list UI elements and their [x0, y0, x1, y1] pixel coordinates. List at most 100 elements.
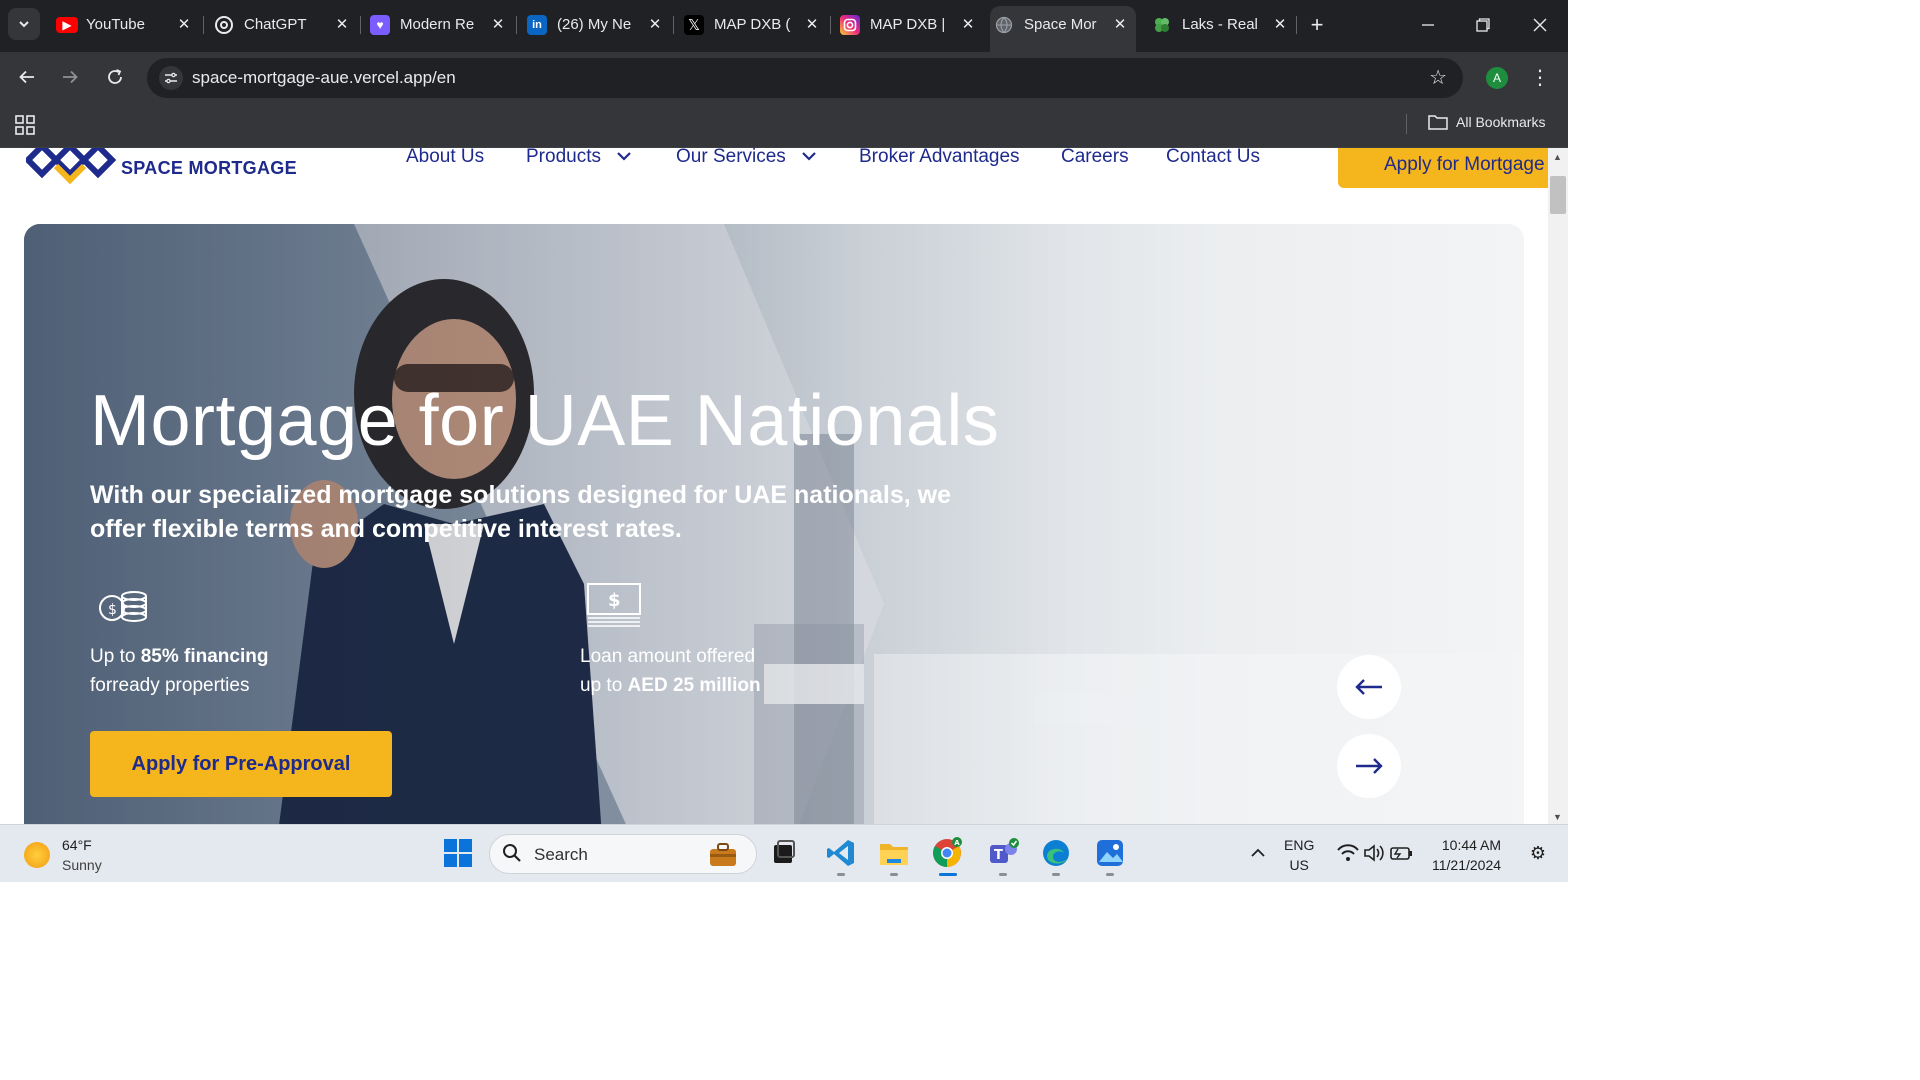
tab-youtube[interactable]: ▶ YouTube ✕ — [52, 6, 200, 44]
close-tab-icon[interactable]: ✕ — [802, 14, 822, 34]
arrow-right-icon — [1356, 758, 1383, 774]
svg-text:$: $ — [608, 590, 621, 611]
browser-menu-icon[interactable]: ⋮ — [1528, 63, 1552, 91]
logo-mark-icon — [26, 148, 116, 185]
tab-laks-real[interactable]: Laks - Real ✕ — [1148, 6, 1296, 44]
tab-chatgpt[interactable]: ChatGPT ✕ — [210, 6, 358, 44]
windows-start-icon[interactable] — [442, 837, 474, 869]
minimize-icon — [1422, 24, 1434, 26]
task-view-icon[interactable] — [768, 837, 800, 869]
chrome-icon[interactable]: A — [931, 837, 963, 869]
close-tab-icon[interactable]: ✕ — [958, 14, 978, 34]
arrow-left-icon — [19, 70, 34, 84]
youtube-icon: ▶ — [56, 17, 78, 33]
tab-modern-re[interactable]: ♥ Modern Re ✕ — [366, 6, 514, 44]
arrow-left-icon — [1355, 679, 1382, 695]
weather-widget[interactable]: 64°F Sunny — [24, 835, 102, 875]
edge-icon[interactable] — [1040, 837, 1072, 869]
x-icon: 𝕏 — [684, 15, 704, 35]
slider-prev-button[interactable] — [1337, 655, 1401, 719]
tab-x-map-dxb[interactable]: 𝕏 MAP DXB ( ✕ — [680, 6, 828, 44]
site-info-icon[interactable] — [159, 66, 183, 90]
all-bookmarks-label: All Bookmarks — [1456, 114, 1546, 130]
chevron-down-icon — [802, 152, 816, 161]
svg-text:$: $ — [108, 602, 117, 618]
briefcase-icon — [710, 843, 736, 866]
hero-title: Mortgage for UAE Nationals — [90, 381, 1000, 461]
nav-contact-us[interactable]: Contact Us — [1166, 148, 1260, 168]
chevron-down-icon — [19, 21, 29, 28]
tab-search-button[interactable] — [8, 8, 40, 40]
close-icon — [1533, 18, 1547, 32]
feature-financing: $ Up to 85% financing forready propertie… — [90, 586, 350, 696]
forward-button[interactable] — [55, 62, 85, 92]
close-window-button[interactable] — [1520, 10, 1560, 40]
weather-condition: Sunny — [62, 857, 102, 873]
photos-icon[interactable] — [1094, 837, 1126, 869]
scrollbar-thumb[interactable] — [1550, 176, 1566, 214]
volume-icon — [1364, 844, 1384, 862]
apps-grid-icon[interactable] — [14, 114, 36, 136]
tab-space-mortgage[interactable]: Space Mor ✕ — [990, 6, 1136, 52]
url-text[interactable]: space-mortgage-aue.vercel.app/en — [192, 68, 456, 88]
nav-broker-advantages[interactable]: Broker Advantages — [859, 148, 1020, 168]
slider-next-button[interactable] — [1337, 734, 1401, 798]
teams-icon[interactable]: T — [987, 837, 1019, 869]
wifi-icon — [1337, 844, 1359, 861]
taskbar-search[interactable]: Search — [489, 834, 757, 874]
back-button[interactable] — [12, 62, 42, 92]
tab-instagram-map-dxb[interactable]: MAP DXB | ✕ — [836, 6, 984, 44]
new-tab-button[interactable]: + — [1304, 12, 1330, 38]
close-tab-icon[interactable]: ✕ — [1270, 14, 1290, 34]
close-tab-icon[interactable]: ✕ — [332, 14, 352, 34]
globe-icon — [994, 15, 1014, 35]
browser-tab-strip: ▶ YouTube ✕ ChatGPT ✕ ♥ Modern Re ✕ in (… — [0, 0, 1568, 52]
close-tab-icon[interactable]: ✕ — [1110, 14, 1130, 34]
nav-careers[interactable]: Careers — [1061, 148, 1129, 168]
logo-text: SPACE MORTGAGE — [121, 158, 297, 178]
apply-for-mortgage-button[interactable]: Apply for Mortgage — [1338, 148, 1548, 188]
linkedin-icon: in — [527, 15, 547, 35]
scroll-up-icon[interactable]: ▲ — [1553, 152, 1562, 162]
feature-loan-amount: $ Loan amount offered up to AED 25 milli… — [580, 583, 840, 696]
bookmarks-bar: All Bookmarks — [0, 102, 1568, 148]
instagram-icon — [840, 15, 860, 35]
profile-avatar[interactable]: A — [1486, 67, 1508, 89]
page-scrollbar[interactable]: ▲ ▼ — [1548, 148, 1568, 824]
page-viewport: SPACE MORTGAGE About Us Products Our Ser… — [0, 148, 1548, 824]
nav-about-us[interactable]: About Us — [406, 148, 484, 168]
svg-text:A: A — [954, 839, 960, 847]
chevron-up-icon[interactable] — [1242, 837, 1274, 869]
address-bar[interactable]: space-mortgage-aue.vercel.app/en ☆ — [147, 58, 1463, 98]
sun-icon — [24, 842, 50, 868]
temperature: 64°F — [62, 837, 92, 853]
close-tab-icon[interactable]: ✕ — [645, 14, 665, 34]
chevron-down-icon — [617, 152, 632, 161]
site-logo[interactable]: SPACE MORTGAGE — [26, 148, 316, 192]
nav-services-label: Our Services — [676, 148, 786, 167]
reload-button[interactable] — [100, 62, 130, 92]
notifications-icon[interactable]: ⚙ — [1522, 837, 1554, 869]
restore-icon — [1476, 18, 1490, 32]
restore-button[interactable] — [1463, 10, 1503, 40]
browser-toolbar: space-mortgage-aue.vercel.app/en ☆ A ⋮ — [0, 52, 1568, 102]
minimize-button[interactable] — [1408, 10, 1448, 40]
financing-percent: 85% financing — [140, 646, 269, 667]
all-bookmarks-button[interactable]: All Bookmarks — [1428, 114, 1545, 130]
apply-pre-approval-button[interactable]: Apply for Pre-Approval — [90, 731, 392, 797]
file-explorer-icon[interactable] — [878, 837, 910, 869]
bookmark-star-icon[interactable]: ☆ — [1429, 65, 1447, 90]
close-tab-icon[interactable]: ✕ — [488, 14, 508, 34]
clover-icon — [1152, 15, 1172, 35]
tab-linkedin[interactable]: in (26) My Ne ✕ — [523, 6, 671, 44]
scroll-down-icon[interactable]: ▼ — [1553, 812, 1562, 822]
nav-products-label: Products — [526, 148, 601, 167]
nav-products[interactable]: Products — [526, 148, 632, 168]
nav-our-services[interactable]: Our Services — [676, 148, 817, 168]
system-tray[interactable] — [1335, 837, 1415, 869]
arrow-right-icon — [63, 70, 78, 84]
language-indicator[interactable]: ENG US — [1284, 835, 1314, 875]
close-tab-icon[interactable]: ✕ — [174, 14, 194, 34]
vscode-icon[interactable] — [825, 837, 857, 869]
clock[interactable]: 10:44 AM 11/21/2024 — [1432, 835, 1501, 875]
